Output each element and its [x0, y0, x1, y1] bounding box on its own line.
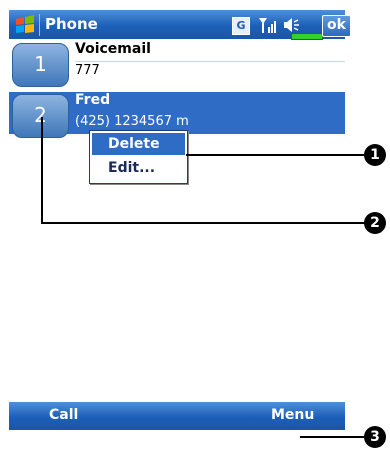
context-menu: Delete Edit...: [89, 130, 188, 184]
callout-badge-1: 1: [364, 144, 386, 166]
contact-row-fred[interactable]: 2 Fred (425) 1234567 m: [9, 92, 345, 138]
contact-row-voicemail[interactable]: 1 Voicemail 777: [9, 41, 345, 87]
contact-number: (425) 1234567 m: [75, 114, 189, 129]
windows-start-icon[interactable]: [14, 15, 36, 35]
callout-line-2b: [41, 222, 366, 224]
callout-line-2a: [41, 117, 43, 223]
contact-name: Fred: [75, 92, 111, 108]
menu-item-delete[interactable]: Delete: [92, 133, 185, 155]
speed-dial-button-1[interactable]: 1: [12, 43, 69, 87]
ok-button[interactable]: ok: [322, 15, 351, 37]
phone-screen: Phone G ok 1 Voicemail 777 2 Fred (425) …: [0, 0, 351, 452]
speaker-icon[interactable]: [282, 16, 300, 34]
softkey-bar: Call Menu: [9, 402, 345, 430]
signal-icon[interactable]: [258, 16, 280, 34]
battery-icon: [291, 33, 323, 40]
contact-name: Voicemail: [75, 41, 151, 57]
title-separator: [39, 14, 40, 36]
contact-number: 777: [75, 63, 100, 78]
menu-softkey[interactable]: Menu: [271, 407, 314, 423]
menu-item-edit[interactable]: Edit...: [92, 157, 185, 179]
title-bar: Phone G ok: [9, 10, 351, 40]
callout-line-3: [300, 436, 366, 438]
app-title: Phone: [45, 15, 98, 33]
callout-line-1: [186, 154, 366, 156]
call-softkey[interactable]: Call: [49, 407, 78, 423]
row-divider: [75, 61, 345, 62]
gprs-badge[interactable]: G: [232, 17, 250, 35]
callout-badge-2: 2: [364, 212, 386, 234]
callout-badge-3: 3: [364, 426, 386, 448]
